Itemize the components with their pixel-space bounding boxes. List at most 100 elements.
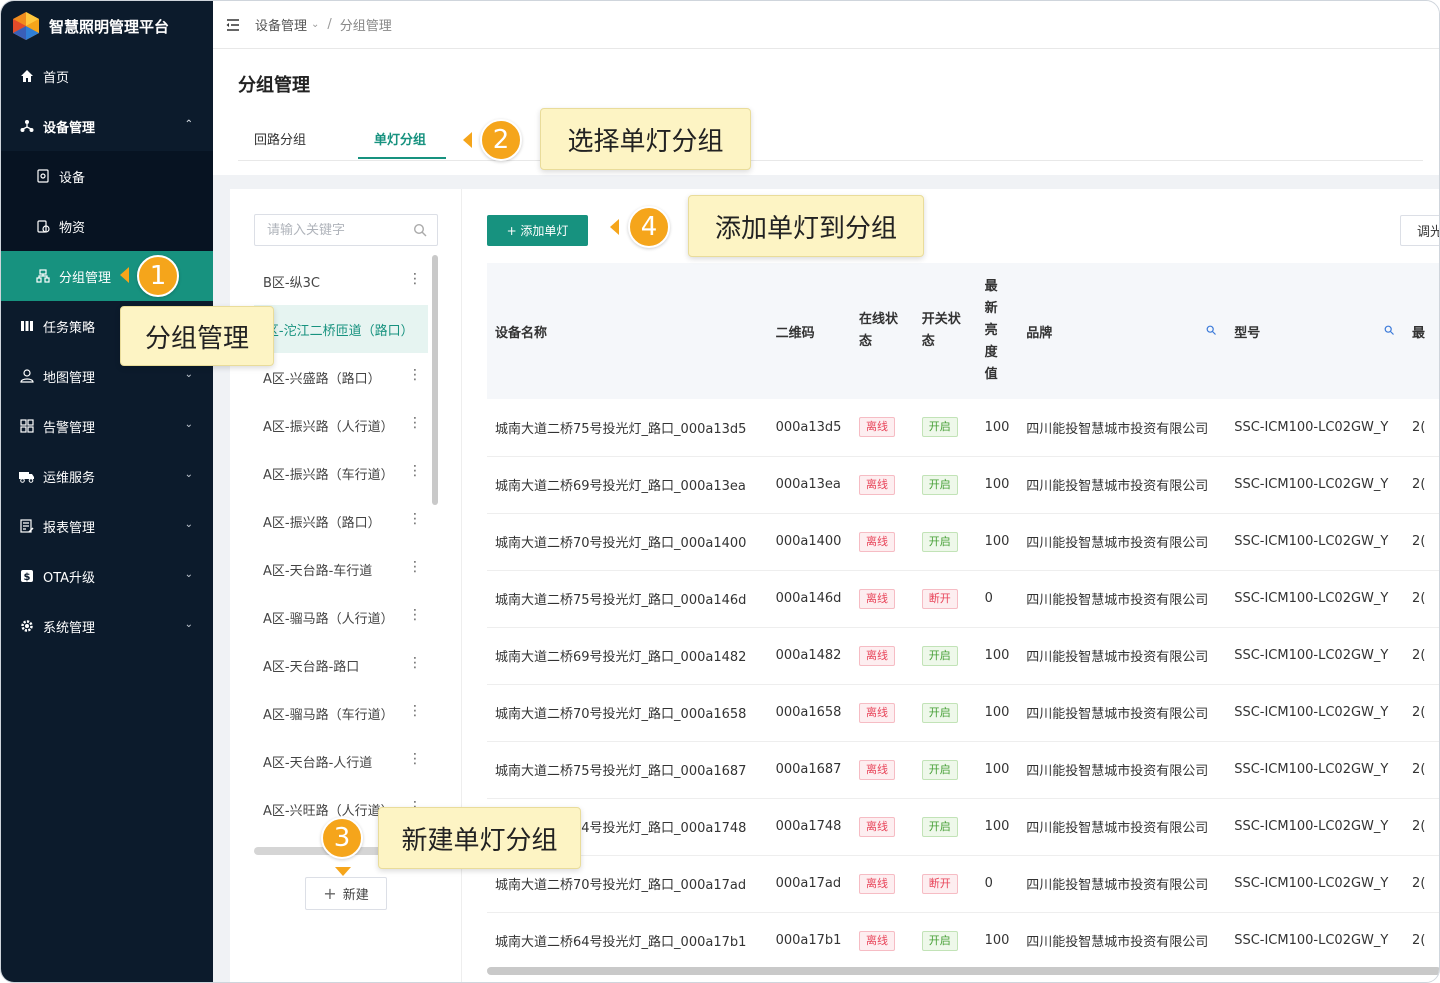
add-lamp-button[interactable]: + 添加单灯: [487, 215, 588, 246]
cell-brightness: 100: [976, 684, 1019, 742]
switch-badge: 开启: [921, 474, 958, 495]
switch-badge: 开启: [921, 816, 958, 837]
new-group-button[interactable]: + 新建: [305, 877, 387, 910]
cell-online-status: 离线: [850, 741, 914, 799]
group-name: A区-骝马路（人行道）: [263, 611, 394, 627]
group-name: A区-振兴路（车行道）: [263, 467, 394, 483]
search-icon[interactable]: [413, 223, 427, 237]
sidebar-item-material[interactable]: 物资: [1, 201, 213, 251]
chevron-down-icon: ⌄: [311, 19, 320, 30]
cell-brand: 四川能投智慧城市投资有限公司: [1018, 570, 1227, 628]
cell-brightness: 100: [976, 399, 1019, 457]
sidebar-item-device-management[interactable]: 设备管理 ⌃: [1, 101, 213, 151]
table-hscrollbar[interactable]: [487, 967, 1439, 975]
chevron-down-icon: ⌄: [184, 469, 193, 480]
switch-badge: 开启: [921, 645, 958, 666]
sidebar-item-system-management[interactable]: 系统管理 ⌄: [1, 601, 213, 651]
sidebar: 智慧照明管理平台 首页 设备管理 ⌃ 设备 物资 分组管理 任务策略 地图管理 …: [1, 1, 213, 982]
sidebar-item-ota[interactable]: $ OTA升级 ⌄: [1, 551, 213, 601]
group-list-item[interactable]: A区-兴盛路（路口） ⋮: [254, 353, 428, 401]
table-row[interactable]: 城南大道二桥64号投光灯_路口_000a17b1 000a17b1 离线 开启 …: [487, 912, 1439, 970]
table-row[interactable]: 城南大道二桥69号投光灯_路口_000a1482 000a1482 离线 开启 …: [487, 627, 1439, 685]
search-icon[interactable]: [1384, 325, 1394, 335]
ota-icon: $: [19, 568, 35, 584]
group-list-item[interactable]: A区-振兴路（路口） ⋮: [254, 497, 428, 545]
more-vertical-icon[interactable]: ⋮: [408, 271, 422, 287]
more-vertical-icon[interactable]: ⋮: [408, 703, 422, 719]
more-vertical-icon[interactable]: ⋮: [408, 415, 422, 431]
sidebar-item-home[interactable]: 首页: [1, 51, 213, 101]
cell-online-status: 离线: [850, 798, 914, 856]
group-list-item[interactable]: B区-纵3C ⋮: [254, 257, 428, 305]
breadcrumb-device-management[interactable]: 设备管理: [255, 15, 307, 34]
cell-device-name: 城南大道二桥64号投光灯_路口_000a17b1: [487, 912, 768, 970]
search-icon[interactable]: [1206, 325, 1217, 335]
more-vertical-icon[interactable]: ⋮: [408, 607, 422, 623]
table-row[interactable]: 城南大道二桥70号投光灯_路口_000a1658 000a1658 离线 开启 …: [487, 684, 1439, 742]
table-row[interactable]: 城南大道二桥70号投光灯_路口_000a17ad 000a17ad 离线 断开 …: [487, 855, 1439, 913]
cell-brand: 四川能投智慧城市投资有限公司: [1018, 456, 1227, 514]
table-row[interactable]: 城南大道二桥75号投光灯_路口_000a1687 000a1687 离线 开启 …: [487, 741, 1439, 799]
more-vertical-icon[interactable]: ⋮: [408, 511, 422, 527]
tab-single-lamp-group[interactable]: 单灯分组: [374, 129, 426, 148]
col-online-status: 在线状态: [858, 312, 898, 349]
group-list-item-selected[interactable]: A区-沱江二桥匝道（路口）: [254, 305, 428, 353]
page-header: 分组管理 回路分组 单灯分组: [213, 49, 1439, 175]
group-list-item[interactable]: A区-骝马路（车行道） ⋮: [254, 689, 428, 737]
more-vertical-icon[interactable]: ⋮: [408, 559, 422, 575]
dimming-button[interactable]: 调光: [1400, 215, 1439, 246]
group-list-scrollbar[interactable]: [432, 255, 438, 505]
switch-badge: 开启: [921, 417, 958, 438]
group-list-item[interactable]: A区-天台路-人行道 ⋮: [254, 737, 428, 785]
more-vertical-icon[interactable]: ⋮: [408, 655, 422, 671]
table-row[interactable]: 城南大道二桥64号投光灯_路口_000a1748 000a1748 离线 开启 …: [487, 798, 1439, 856]
lamp-table: 设备名称 二维码 在线状态 开关状态 最新亮度值 品牌 型号 最 城南大道二桥7…: [487, 263, 1439, 970]
cell-switch-status: 开启: [913, 513, 977, 571]
group-search-input[interactable]: [267, 222, 407, 238]
switch-badge: 断开: [921, 588, 958, 609]
sidebar-item-label: 分组管理: [59, 270, 112, 286]
cell-more: 2(: [1404, 855, 1439, 913]
switch-badge: 开启: [921, 759, 958, 780]
cell-switch-status: 开启: [913, 912, 977, 970]
cell-model: SSC-ICM100-LC02GW_Y: [1226, 912, 1405, 970]
group-list-item[interactable]: A区-振兴路（车行道） ⋮: [254, 449, 428, 497]
group-name: A区-兴旺路（人行道）: [263, 803, 394, 818]
sidebar-item-group-management[interactable]: 分组管理: [1, 251, 213, 301]
cell-switch-status: 断开: [913, 855, 977, 913]
cell-switch-status: 开启: [913, 399, 977, 457]
cell-device-name: 城南大道二桥70号投光灯_路口_000a1658: [487, 684, 768, 742]
more-vertical-icon[interactable]: ⋮: [408, 367, 422, 383]
more-vertical-icon[interactable]: ⋮: [408, 751, 422, 767]
sidebar-item-ops-service[interactable]: 运维服务 ⌄: [1, 451, 213, 501]
table-row[interactable]: 城南大道二桥69号投光灯_路口_000a13ea 000a13ea 离线 开启 …: [487, 456, 1439, 514]
status-badge: 离线: [858, 816, 895, 837]
col-model: 型号: [1226, 263, 1404, 399]
group-list-item[interactable]: A区-天台路-车行道 ⋮: [254, 545, 428, 593]
tab-bar: 回路分组 单灯分组: [238, 123, 1423, 161]
cell-brand: 四川能投智慧城市投资有限公司: [1018, 513, 1227, 571]
group-name: A区-振兴路（路口）: [263, 515, 381, 531]
cell-brightness: 100: [976, 456, 1019, 514]
annotation-badge-4: 4: [628, 206, 670, 248]
annotation-pointer-4: [610, 219, 619, 235]
group-list-item[interactable]: A区-天台路-路口 ⋮: [254, 641, 428, 689]
sidebar-item-device[interactable]: 设备: [1, 151, 213, 201]
sidebar-item-label: 首页: [43, 70, 70, 86]
status-badge: 离线: [858, 417, 895, 438]
more-vertical-icon[interactable]: ⋮: [408, 463, 422, 479]
sidebar-item-label: 报表管理: [43, 520, 96, 536]
group-list-item[interactable]: A区-骝马路（人行道） ⋮: [254, 593, 428, 641]
table-row[interactable]: 城南大道二桥70号投光灯_路口_000a1400 000a1400 离线 开启 …: [487, 513, 1439, 571]
table-row[interactable]: 城南大道二桥75号投光灯_路口_000a146d 000a146d 离线 断开 …: [487, 570, 1439, 628]
sidebar-item-label: 系统管理: [43, 620, 96, 636]
menu-fold-icon[interactable]: [225, 17, 241, 33]
sidebar-item-report-management[interactable]: 报表管理 ⌄: [1, 501, 213, 551]
sidebar-item-alarm-management[interactable]: 告警管理 ⌄: [1, 401, 213, 451]
table-row[interactable]: 城南大道二桥75号投光灯_路口_000a13d5 000a13d5 离线 开启 …: [487, 399, 1439, 457]
group-list-item[interactable]: A区-振兴路（人行道） ⋮: [254, 401, 428, 449]
group-name: A区-天台路-路口: [263, 659, 360, 675]
app-window: 智慧照明管理平台 首页 设备管理 ⌃ 设备 物资 分组管理 任务策略 地图管理 …: [0, 0, 1440, 983]
cell-brand: 四川能投智慧城市投资有限公司: [1018, 741, 1227, 799]
tab-loop-group[interactable]: 回路分组: [254, 129, 306, 148]
